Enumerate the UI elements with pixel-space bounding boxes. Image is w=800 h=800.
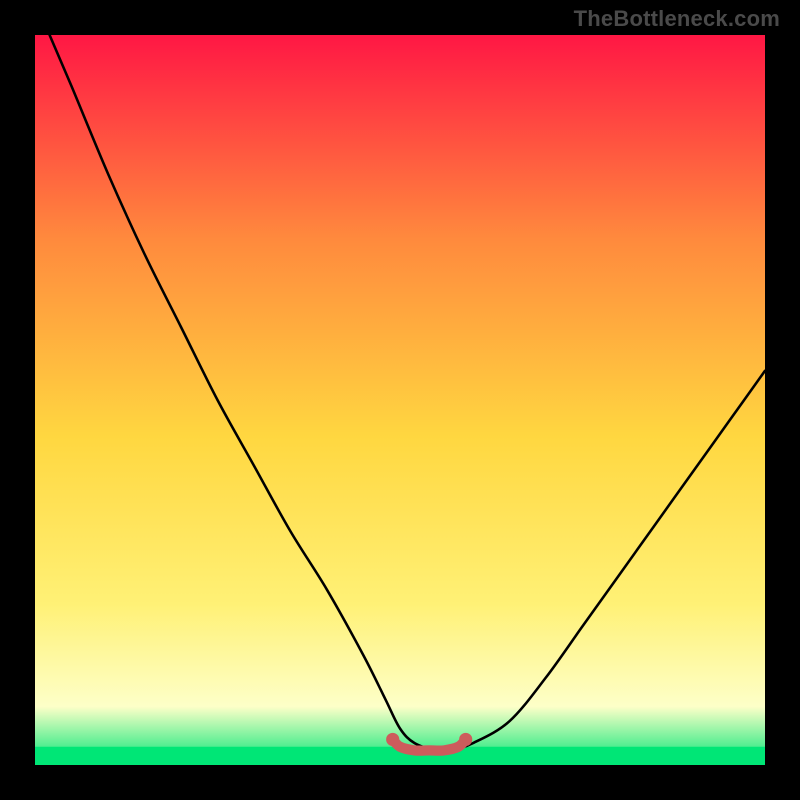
sweet-spot-end-dot: [459, 733, 472, 746]
gradient-background: [35, 35, 765, 765]
watermark-text: TheBottleneck.com: [574, 6, 780, 32]
sweet-spot-start-dot: [386, 733, 399, 746]
chart-container: TheBottleneck.com: [0, 0, 800, 800]
bottleneck-chart: [35, 35, 765, 765]
